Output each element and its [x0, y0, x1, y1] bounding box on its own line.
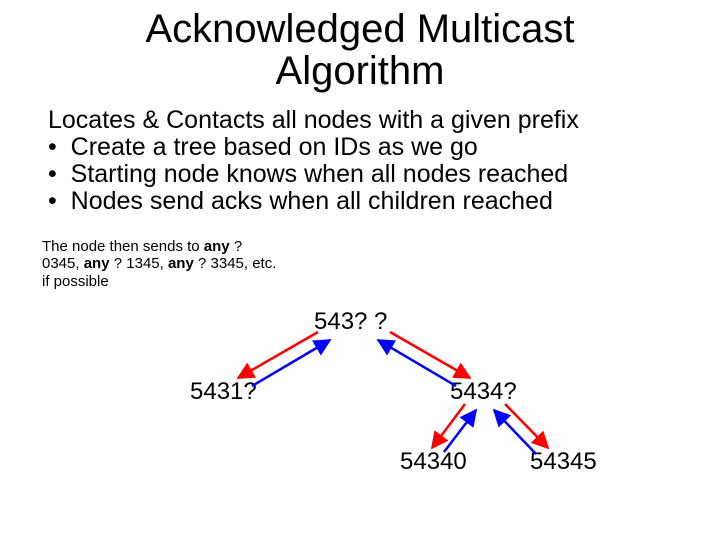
bullet-2: • Starting node knows when all nodes rea… [48, 161, 568, 188]
note-bold-1: any [204, 238, 230, 255]
slide-title: Acknowledged Multicast Algorithm [0, 8, 720, 92]
arrow-up-5434-to-root [378, 340, 456, 386]
arrow-up-54340-to-5434 [444, 410, 476, 452]
bullet-list: • Create a tree based on IDs as we go • … [48, 134, 568, 215]
tree-node-root: 543? ? [314, 310, 387, 334]
bullet-2-text: Starting node knows when all nodes reach… [71, 160, 569, 188]
bullet-3-text: Nodes send acks when all children reache… [71, 187, 553, 215]
title-line-1: Acknowledged Multicast [145, 7, 574, 51]
arrow-down-5434-to-54340 [432, 404, 465, 448]
tree-node-54345: 54345 [530, 450, 597, 474]
bullet-1-text: Create a tree based on IDs as we go [71, 133, 478, 161]
arrow-down-root-to-5431 [238, 332, 318, 378]
slide: Acknowledged Multicast Algorithm Locates… [0, 0, 720, 540]
note-text-1: The node then sends to [42, 238, 204, 255]
title-line-2: Algorithm [276, 49, 445, 93]
arrow-down-root-to-5434 [390, 332, 470, 378]
explainer-note: The node then sends to any ? 0345, any ?… [42, 238, 282, 290]
tree-node-5434: 5434? [450, 380, 517, 404]
note-text-3: ? 1345, [110, 255, 168, 272]
tree-node-5431: 5431? [190, 380, 257, 404]
note-bold-2: any [84, 255, 110, 272]
tree-node-54340: 54340 [400, 450, 467, 474]
bullet-3: • Nodes send acks when all children reac… [48, 188, 568, 215]
bullet-1: • Create a tree based on IDs as we go [48, 134, 568, 161]
subtitle: Locates & Contacts all nodes with a give… [48, 108, 579, 133]
arrow-down-5434-to-54345 [505, 404, 548, 448]
arrow-up-5431-to-root [252, 340, 330, 386]
note-bold-3: any [168, 255, 194, 272]
